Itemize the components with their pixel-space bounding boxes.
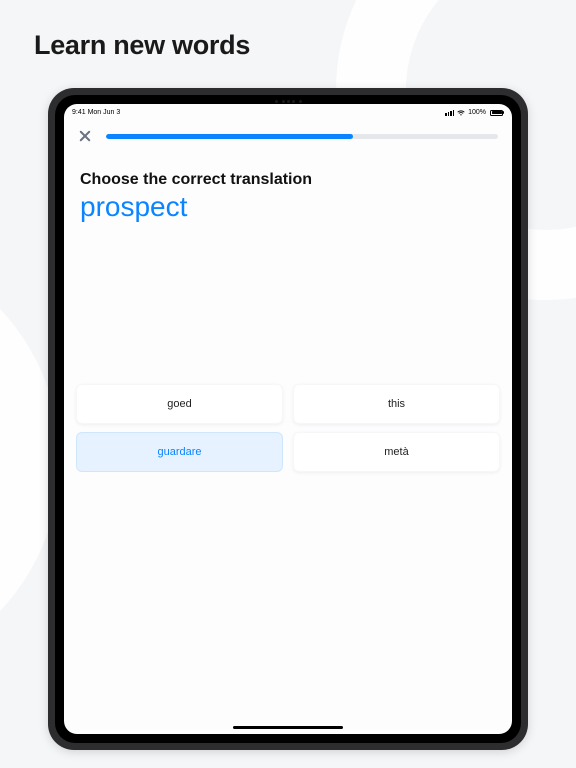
battery-icon — [490, 110, 504, 116]
page-title: Learn new words — [34, 30, 250, 61]
option-card-2[interactable]: guardare — [76, 432, 283, 472]
option-card-3[interactable]: metà — [293, 432, 500, 472]
option-card-0[interactable]: goed — [76, 384, 283, 424]
progress-fill — [106, 134, 353, 139]
tablet-bezel: 9:41 Mon Jun 3 100% — [55, 95, 521, 743]
option-card-1[interactable]: this — [293, 384, 500, 424]
status-right-cluster: 100% — [445, 109, 504, 116]
option-label: guardare — [157, 446, 201, 458]
battery-percentage: 100% — [468, 109, 486, 116]
close-icon[interactable] — [78, 129, 92, 143]
target-word: prospect — [80, 191, 496, 223]
tablet-frame: 9:41 Mon Jun 3 100% — [48, 88, 528, 750]
options-grid: goed this guardare metà — [64, 384, 512, 472]
status-bar: 9:41 Mon Jun 3 100% — [64, 104, 512, 119]
prompt-area: Choose the correct translation prospect — [64, 143, 512, 223]
progress-bar — [106, 134, 498, 139]
wifi-icon — [457, 110, 465, 116]
home-indicator[interactable] — [233, 726, 343, 729]
status-time-date: 9:41 Mon Jun 3 — [72, 109, 120, 116]
option-label: this — [388, 398, 405, 410]
signal-icon — [445, 110, 454, 116]
option-label: goed — [167, 398, 191, 410]
screen: 9:41 Mon Jun 3 100% — [64, 104, 512, 734]
top-row — [64, 119, 512, 143]
option-label: metà — [384, 446, 408, 458]
instruction-text: Choose the correct translation — [80, 171, 496, 189]
